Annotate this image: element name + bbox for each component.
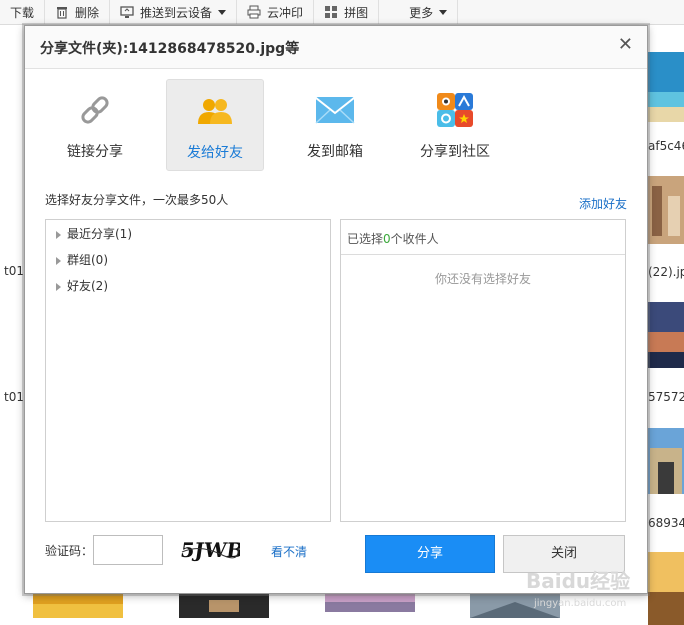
chevron-down-icon xyxy=(439,9,448,15)
caret-right-icon xyxy=(56,230,61,239)
selected-count-text: 已选择0个收件人 xyxy=(347,230,439,247)
selected-header: 已选择0个收件人 xyxy=(341,220,625,255)
selected-count: 0 xyxy=(383,232,391,246)
tree-item-label: 群组(0) xyxy=(67,253,108,267)
push-label: 推送到云设备 xyxy=(140,5,213,20)
selected-suffix: 个收件人 xyxy=(390,232,439,246)
file-label: af5c46 xyxy=(648,139,684,153)
trash-icon xyxy=(57,7,68,19)
file-label: 57572 xyxy=(648,390,684,404)
captcha-label: 验证码： xyxy=(45,544,94,558)
photo-thumbnail[interactable] xyxy=(325,594,415,612)
dialog-title: 分享文件(夹):1412868478520.jpg等 xyxy=(40,41,300,57)
watermark-brand: Baidu经验 xyxy=(526,569,630,593)
tree-item-groups[interactable]: 群组(0) xyxy=(56,251,108,268)
chevron-down-icon xyxy=(218,9,227,15)
tab-label: 发到邮箱 xyxy=(307,144,363,160)
tab-share-to-community[interactable]: 分享到社区 xyxy=(407,79,503,169)
photo-thumbnail[interactable] xyxy=(648,52,684,122)
watermark-url: jingyan.baidu.com xyxy=(533,598,626,609)
tree-item-friends[interactable]: 好友(2) xyxy=(56,277,108,294)
photo-thumbnail[interactable] xyxy=(33,594,123,618)
toolbar: 下载 删除 推送到云设备 云冲印 拼图 更多 xyxy=(0,0,684,25)
empty-message: 你还没有选择好友 xyxy=(434,272,531,286)
file-label: 68934 xyxy=(648,516,684,530)
collage-label: 拼图 xyxy=(344,5,369,20)
captcha-refresh-link[interactable]: 看不清 xyxy=(271,543,307,560)
tab-label: 分享到社区 xyxy=(420,144,490,160)
share-hint: 选择好友分享文件，一次最多50人 xyxy=(45,193,229,207)
delete-button[interactable]: 删除 xyxy=(45,0,111,24)
tree-item-label: 最近分享(1) xyxy=(67,227,132,241)
add-friend-link[interactable]: 添加好友 xyxy=(579,195,627,212)
captcha-input[interactable] xyxy=(93,535,163,565)
link-icon xyxy=(81,96,109,124)
close-icon[interactable]: ✕ xyxy=(618,36,633,54)
watermark-logo: Baidu经验 jingyan.baidu.com xyxy=(526,569,630,609)
tree-item-label: 好友(2) xyxy=(67,279,108,293)
tab-link-share[interactable]: 链接分享 xyxy=(47,79,143,169)
caret-right-icon xyxy=(56,282,61,291)
tab-send-to-friends[interactable]: 发给好友 xyxy=(166,79,264,171)
share-button[interactable]: 分享 xyxy=(365,535,495,573)
caret-right-icon xyxy=(56,256,61,265)
download-label: 下载 xyxy=(10,5,35,20)
tab-send-to-email[interactable]: 发到邮箱 xyxy=(287,79,383,169)
print-button[interactable]: 云冲印 xyxy=(237,0,315,24)
photo-thumbnail[interactable] xyxy=(648,176,684,244)
file-label: t01 xyxy=(4,264,24,278)
more-button[interactable]: 更多 xyxy=(379,0,459,24)
friends-icon xyxy=(198,99,232,124)
push-button[interactable]: 推送到云设备 xyxy=(110,0,238,24)
selected-prefix: 已选择 xyxy=(347,232,384,246)
monitor-icon xyxy=(120,6,134,18)
download-button[interactable]: 下载 xyxy=(0,0,46,24)
photo-thumbnail[interactable] xyxy=(648,302,684,368)
collage-button[interactable]: 拼图 xyxy=(314,0,380,24)
community-icon xyxy=(437,93,473,127)
friend-tree-panel: 最近分享(1) 群组(0) 好友(2) xyxy=(45,219,331,522)
selected-recipients-panel: 已选择0个收件人 你还没有选择好友 xyxy=(340,219,626,522)
file-label: t01 xyxy=(4,390,24,404)
share-dialog: 分享文件(夹):1412868478520.jpg等 ✕ 链接分享 发给好友 发… xyxy=(24,25,648,594)
captcha-image: 5JWB xyxy=(180,538,240,562)
grid-icon xyxy=(325,6,338,18)
tab-label: 发给好友 xyxy=(187,145,243,161)
tree-item-recent[interactable]: 最近分享(1) xyxy=(56,225,132,242)
mail-icon xyxy=(315,97,355,124)
delete-label: 删除 xyxy=(75,5,100,20)
dialog-header: 分享文件(夹):1412868478520.jpg等 ✕ xyxy=(25,26,647,69)
file-label: (22).jp xyxy=(648,265,684,279)
tab-label: 链接分享 xyxy=(67,144,123,160)
printer-icon xyxy=(247,5,261,19)
photo-thumbnail[interactable] xyxy=(179,594,269,618)
photo-thumbnail[interactable] xyxy=(648,428,684,494)
more-label: 更多 xyxy=(409,5,434,20)
print-label: 云冲印 xyxy=(267,5,304,20)
